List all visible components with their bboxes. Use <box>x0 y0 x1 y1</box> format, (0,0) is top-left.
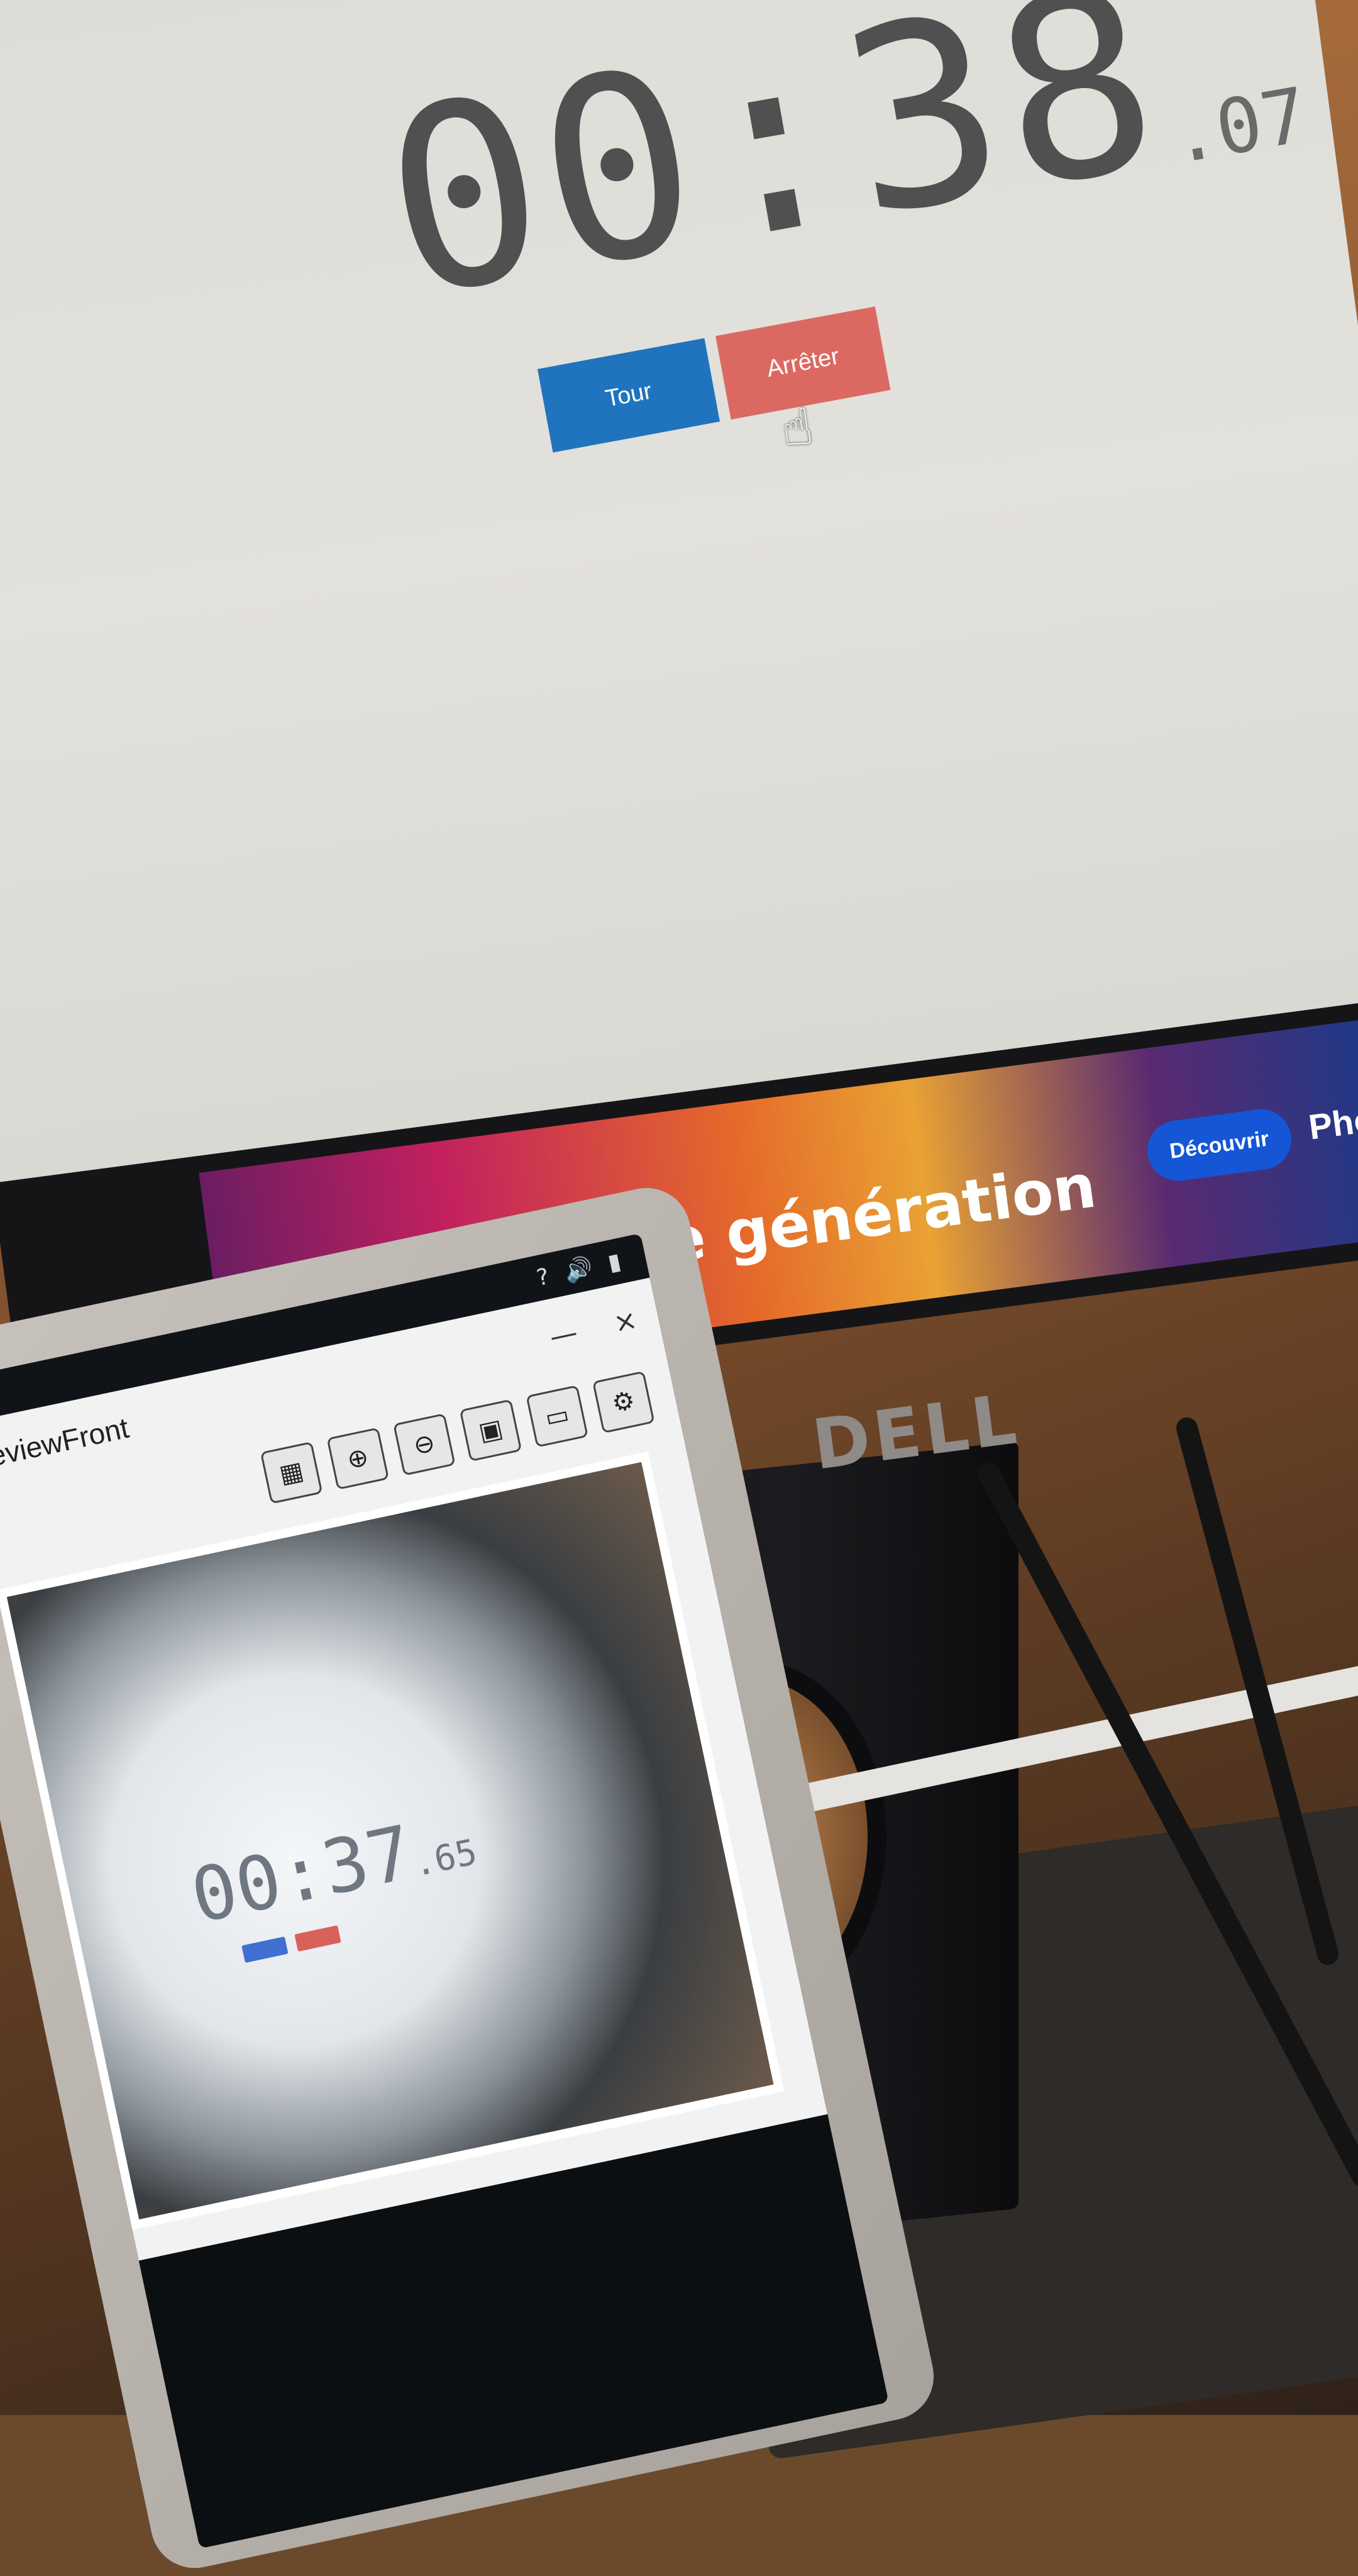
preview-stop-button <box>294 1925 341 1952</box>
gallery-icon[interactable]: ▦ <box>260 1441 323 1504</box>
help-icon[interactable]: ? <box>534 1263 551 1291</box>
lap-button[interactable]: Tour <box>537 338 720 453</box>
stopwatch-time: 00:38 <box>365 0 1180 355</box>
window-title: eviewFront <box>0 1411 132 1473</box>
stopwatch-hundredths: .07 <box>1164 71 1314 182</box>
stopwatch-controls: Tour Arrêter <box>537 305 901 462</box>
monitor-screen: 00:38 .07 Tour Arrêter ☝ <box>0 0 1358 1189</box>
preview-buttons <box>241 1925 341 1963</box>
ad-trailing-text: Pho <box>1306 1099 1358 1147</box>
preview-lap-button <box>241 1936 289 1963</box>
camera-preview: 00:37.65 <box>0 1452 785 2230</box>
preview-window: eviewFront — × ▦ ⊕ ⊖ ▣ ▭ ⚙ 00:37.65 <box>0 1277 828 2261</box>
zoom-in-icon[interactable]: ⊕ <box>326 1427 390 1491</box>
preview-stopwatch-time: 00:37 <box>184 1808 421 1940</box>
battery-icon[interactable]: ▮ <box>605 1248 623 1276</box>
folder-icon[interactable]: ▭ <box>526 1385 588 1448</box>
settings-icon[interactable]: ⚙ <box>592 1370 655 1434</box>
close-button[interactable]: × <box>610 1303 640 1340</box>
volume-icon[interactable]: 🔊 <box>562 1254 595 1285</box>
minimize-button[interactable]: — <box>547 1316 581 1353</box>
window-controls: — × <box>547 1303 640 1353</box>
preview-stopwatch: 00:37.65 <box>184 1796 482 1940</box>
zoom-out-icon[interactable]: ⊖ <box>393 1413 456 1476</box>
save-icon[interactable]: ▣ <box>459 1399 522 1462</box>
discover-button[interactable]: Découvrir <box>1144 1106 1295 1185</box>
preview-stopwatch-hundredths: .65 <box>409 1831 481 1885</box>
stopwatch-display: 00:38 .07 <box>365 0 1314 354</box>
